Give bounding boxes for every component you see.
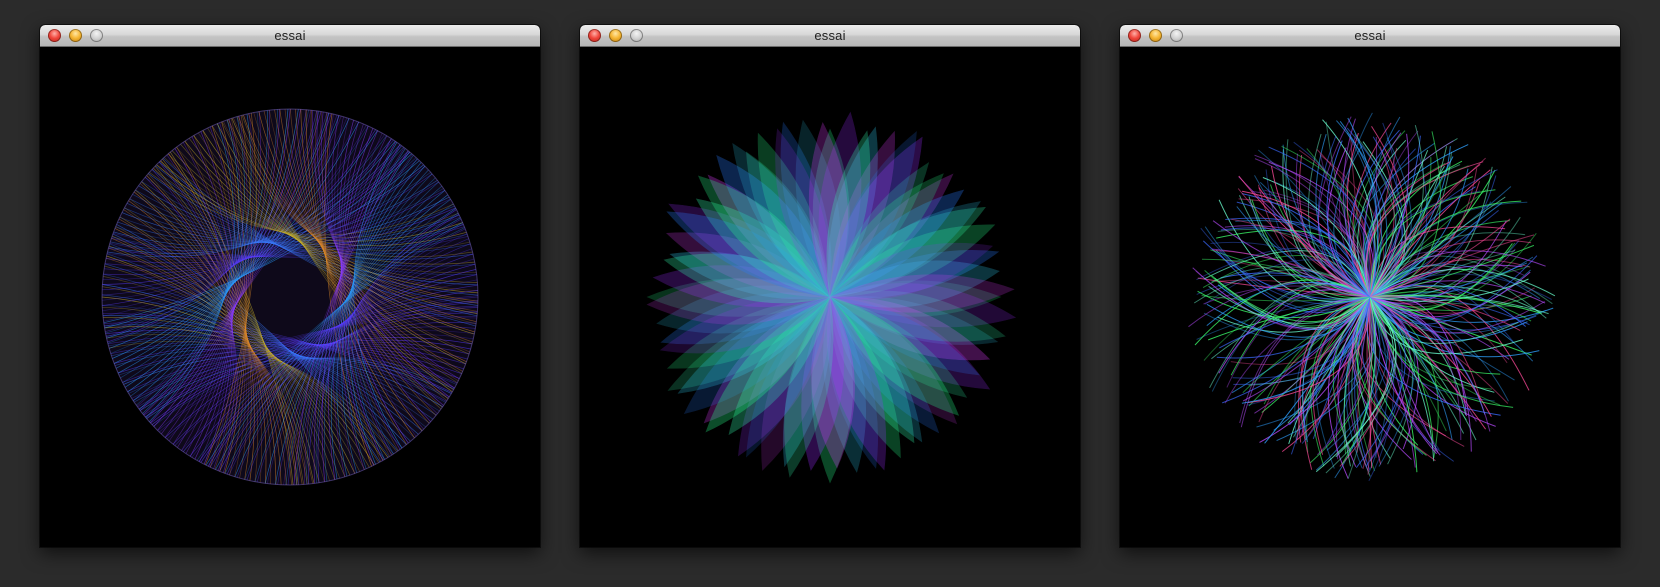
sketch-canvas[interactable]	[1120, 47, 1620, 547]
processing-window-3[interactable]: essai	[1120, 25, 1620, 547]
window-title: essai	[814, 28, 846, 43]
window-titlebar[interactable]: essai	[580, 25, 1080, 47]
sketch-canvas[interactable]	[580, 47, 1080, 547]
petal-star-graphic	[646, 111, 1017, 484]
window-titlebar[interactable]: essai	[1120, 25, 1620, 47]
window-title: essai	[1354, 28, 1386, 43]
window-titlebar[interactable]: essai	[40, 25, 540, 47]
processing-window-1[interactable]: essai	[40, 25, 540, 547]
window-title: essai	[274, 28, 306, 43]
sketch-canvas[interactable]	[40, 47, 540, 547]
strand-burst-graphic	[1188, 112, 1556, 482]
string-art-circle-graphic	[101, 108, 479, 486]
processing-window-2[interactable]: essai	[580, 25, 1080, 547]
desktop: essai essai essai	[0, 0, 1660, 587]
